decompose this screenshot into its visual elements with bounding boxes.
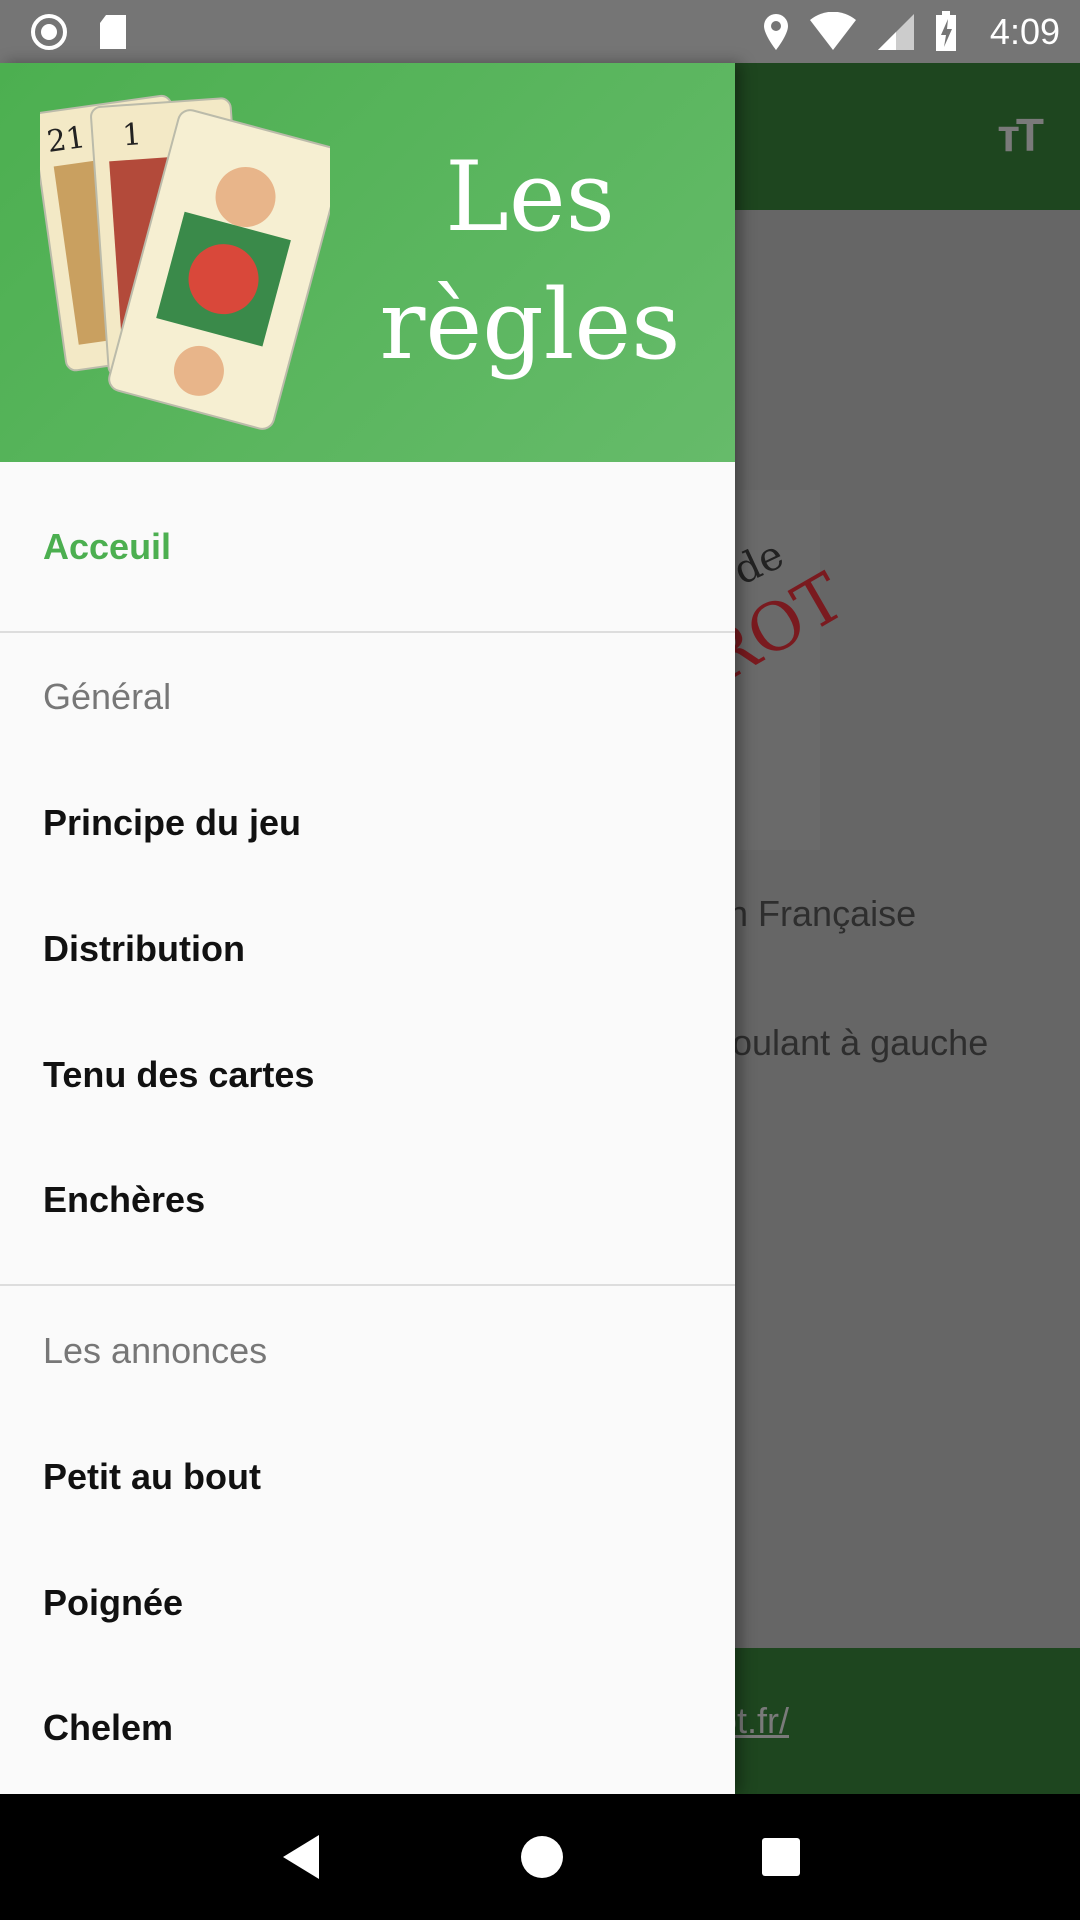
tarot-cards-image: 21 1 — [40, 94, 330, 430]
clock: 4:09 — [989, 10, 1060, 52]
content-text: éroulant à gauche — [700, 1022, 989, 1063]
menu-item-chelem[interactable]: Chelem — [43, 1707, 173, 1749]
drawer-header: 21 1 Les règles — [0, 63, 735, 462]
drawer-title: Les règles — [370, 133, 690, 389]
section-header-general: Général — [43, 676, 172, 717]
signal-icon — [877, 13, 914, 50]
svg-text:1: 1 — [121, 117, 142, 153]
wifi-icon — [809, 11, 856, 50]
svg-text:21: 21 — [45, 120, 88, 160]
divider — [0, 631, 735, 633]
navigation-drawer: 21 1 Les règles Acceuil Général Principe… — [0, 63, 735, 1794]
menu-item-petit-au-bout[interactable]: Petit au bout — [43, 1456, 261, 1498]
menu-item-principe[interactable]: Principe du jeu — [43, 802, 301, 844]
divider — [0, 1284, 735, 1286]
menu-item-distribution[interactable]: Distribution — [43, 928, 245, 970]
status-bar: 4:09 — [0, 0, 1080, 63]
battery-charging-icon — [935, 10, 956, 51]
record-icon — [31, 13, 67, 50]
navigation-bar — [0, 1794, 1080, 1920]
text-size-icon[interactable]: ᴛT — [997, 108, 1044, 162]
menu-item-poignee[interactable]: Poignée — [43, 1582, 183, 1624]
menu-item-tenu-des-cartes[interactable]: Tenu des cartes — [43, 1054, 314, 1096]
title-line: règles — [379, 269, 681, 381]
menu-item-encheres[interactable]: Enchères — [43, 1179, 205, 1221]
home-icon[interactable] — [520, 1835, 564, 1879]
back-icon[interactable] — [279, 1833, 323, 1881]
location-icon — [763, 13, 788, 50]
menu-item-acceuil[interactable]: Acceuil — [43, 526, 171, 568]
title-line: Les — [445, 141, 615, 253]
recents-icon[interactable] — [761, 1837, 801, 1877]
sd-card-icon — [100, 14, 126, 49]
section-header-annonces: Les annonces — [43, 1330, 268, 1371]
